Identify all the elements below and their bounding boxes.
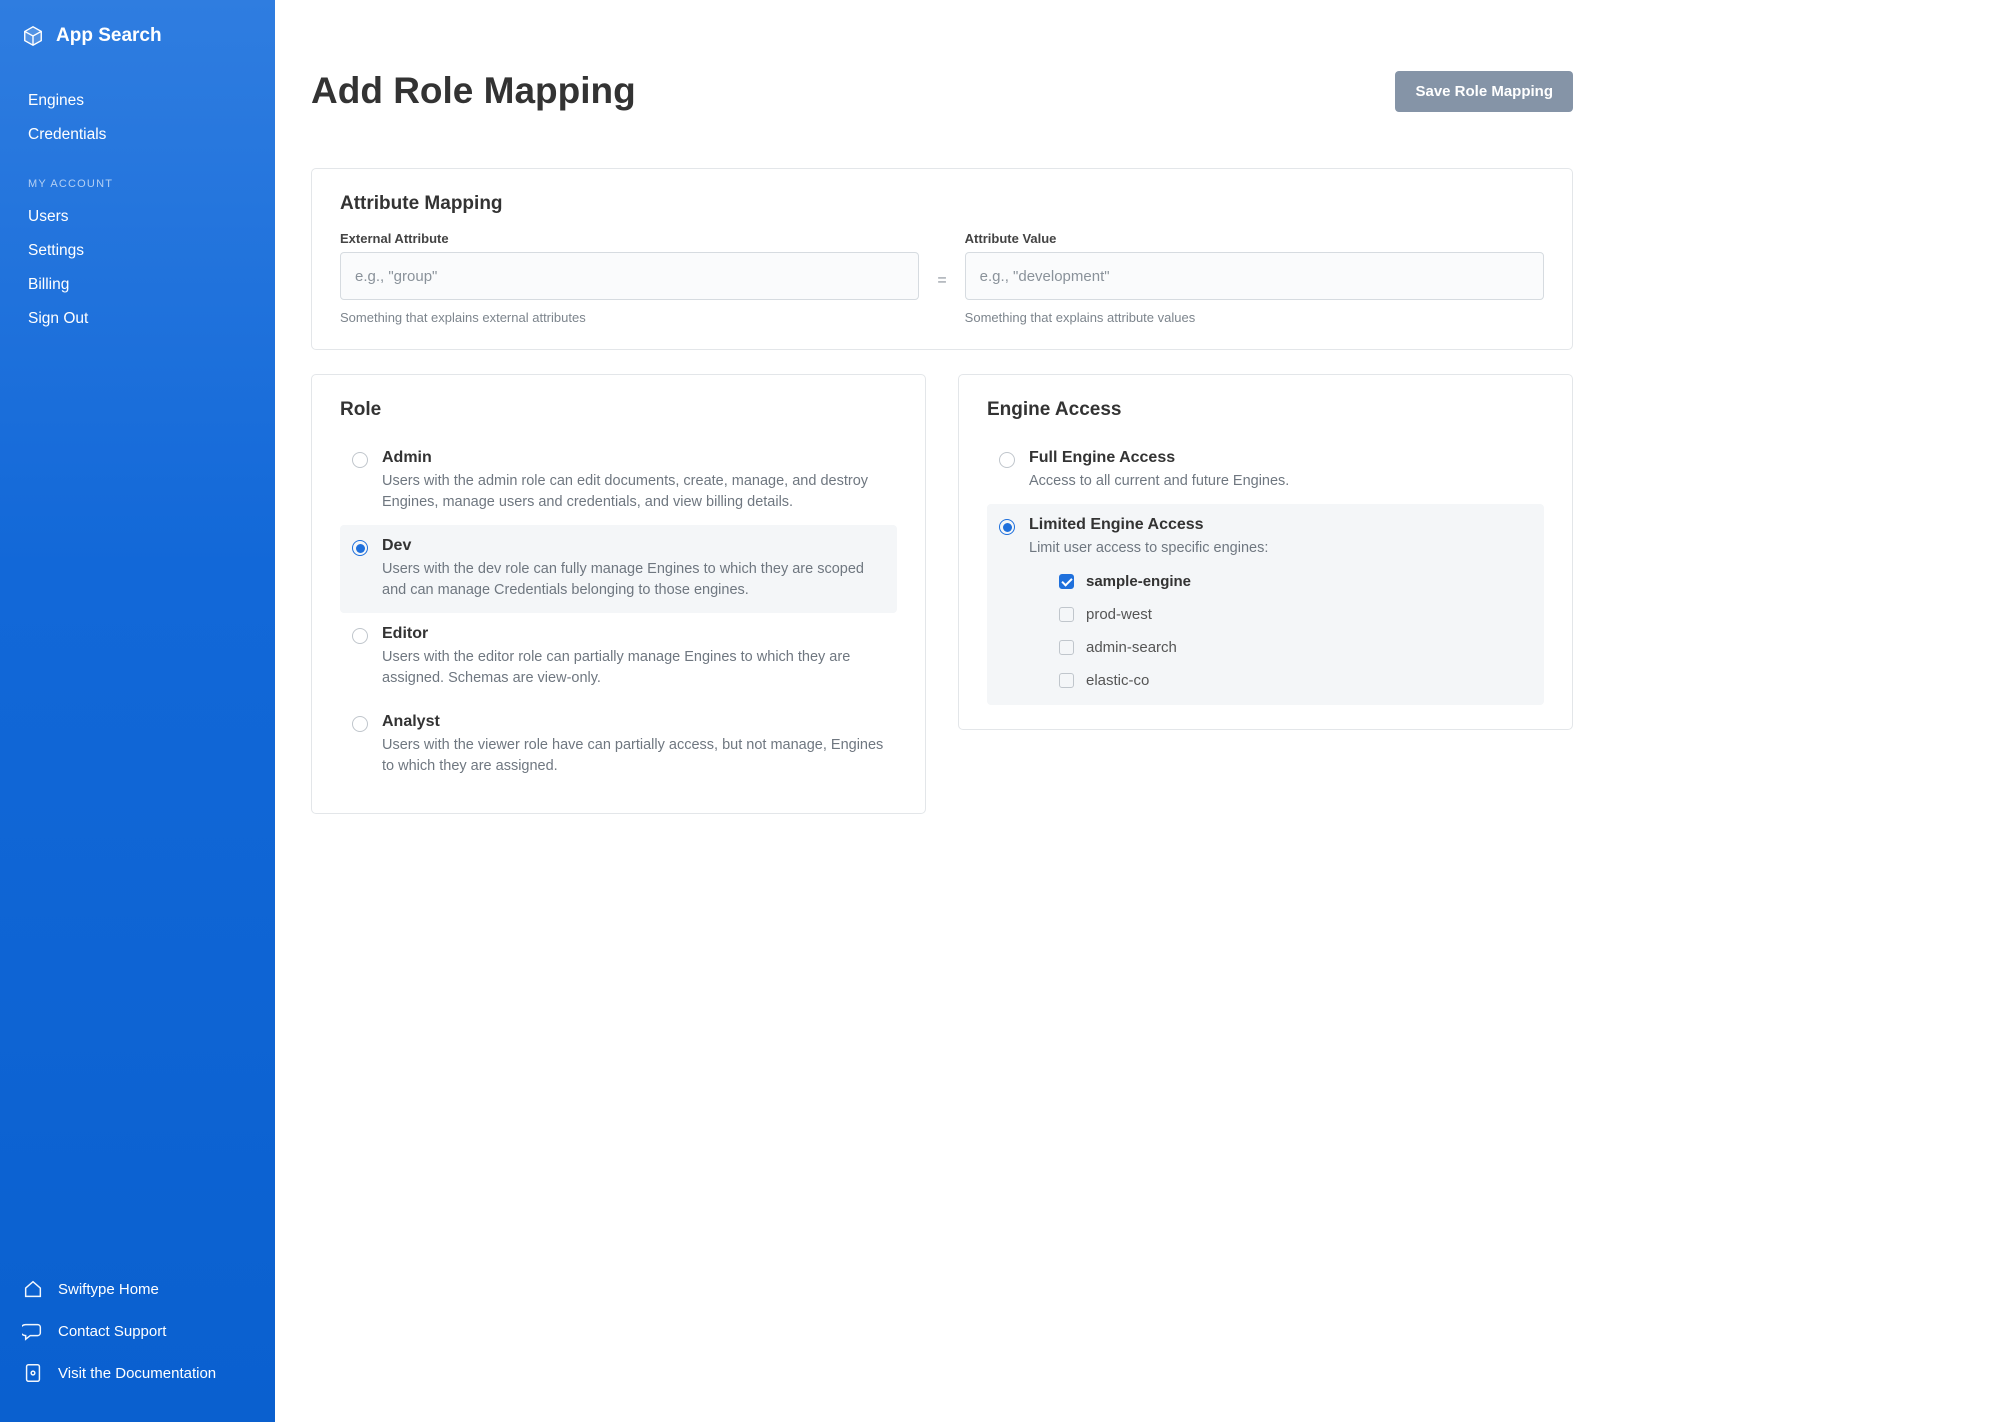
role-option-desc: Users with the editor role can partially… — [382, 647, 885, 689]
role-option-title: Admin — [382, 449, 885, 467]
doc-icon — [22, 1362, 44, 1384]
footer-item-label: Swiftype Home — [58, 1281, 159, 1298]
app-search-logo-icon — [22, 24, 44, 48]
footer-contact-support[interactable]: Contact Support — [0, 1310, 275, 1352]
nav-item-label: Users — [28, 208, 68, 226]
chat-icon — [22, 1320, 44, 1342]
attribute-value-help: Something that explains attribute values — [965, 310, 1544, 325]
footer-swiftype-home[interactable]: Swiftype Home — [0, 1268, 275, 1310]
home-icon — [22, 1278, 44, 1300]
engine-check-sample-engine[interactable]: sample-engine — [1029, 569, 1532, 594]
nav-item-credentials[interactable]: Credentials — [0, 118, 275, 152]
external-attribute-input[interactable] — [340, 252, 919, 300]
panel-title: Role — [340, 399, 897, 421]
engine-option-title: Full Engine Access — [1029, 449, 1532, 467]
sidebar: App Search Engines Credentials MY ACCOUN… — [0, 0, 275, 1422]
page-title: Add Role Mapping — [311, 70, 636, 112]
engine-checklist: sample-engine prod-west admin-search elasti… — [1029, 569, 1532, 693]
attribute-value-label: Attribute Value — [965, 231, 1544, 246]
attribute-mapping-panel: Attribute Mapping External Attribute Som… — [311, 168, 1573, 350]
engine-check-label: elastic-co — [1086, 672, 1149, 689]
checkbox-icon — [1059, 574, 1074, 589]
nav-item-label: Settings — [28, 242, 84, 260]
engine-option-desc: Access to all current and future Engines… — [1029, 471, 1532, 492]
equals-sign: = — [937, 266, 946, 290]
role-option-dev[interactable]: Dev Users with the dev role can fully man… — [340, 525, 897, 613]
nav-item-users[interactable]: Users — [0, 200, 275, 234]
role-option-title: Analyst — [382, 713, 885, 731]
checkbox-icon — [1059, 607, 1074, 622]
sidebar-footer: Swiftype Home Contact Support Visit the … — [0, 1268, 275, 1410]
footer-item-label: Contact Support — [58, 1323, 166, 1340]
engine-access-option-limited[interactable]: Limited Engine Access Limit user access t… — [987, 504, 1544, 705]
role-panel: Role Admin Users with the admin role can … — [311, 374, 926, 814]
radio-icon — [352, 452, 368, 468]
nav-item-label: Engines — [28, 92, 84, 110]
nav-item-engines[interactable]: Engines — [0, 84, 275, 118]
engine-check-admin-search[interactable]: admin-search — [1029, 635, 1532, 660]
brand: App Search — [0, 24, 275, 78]
engine-check-label: admin-search — [1086, 639, 1177, 656]
role-option-analyst[interactable]: Analyst Users with the viewer role have c… — [340, 701, 897, 789]
nav-item-label: Billing — [28, 276, 69, 294]
role-option-desc: Users with the dev role can fully manage… — [382, 559, 885, 601]
checkbox-icon — [1059, 673, 1074, 688]
engine-option-desc: Limit user access to specific engines: — [1029, 538, 1532, 559]
nav-item-billing[interactable]: Billing — [0, 268, 275, 302]
role-option-desc: Users with the viewer role have can part… — [382, 735, 885, 777]
role-option-title: Dev — [382, 537, 885, 555]
engine-access-option-full[interactable]: Full Engine Access Access to all current … — [987, 437, 1544, 504]
radio-icon — [352, 716, 368, 732]
nav-account: MY ACCOUNT Users Settings Billing Sign O… — [0, 158, 275, 342]
checkbox-icon — [1059, 640, 1074, 655]
role-option-admin[interactable]: Admin Users with the admin role can edit … — [340, 437, 897, 525]
radio-icon — [352, 540, 368, 556]
engine-access-panel: Engine Access Full Engine Access Access t… — [958, 374, 1573, 730]
nav-primary: Engines Credentials — [0, 78, 275, 158]
engine-option-title: Limited Engine Access — [1029, 516, 1532, 534]
main: Add Role Mapping Save Role Mapping Attri… — [275, 0, 1999, 1422]
attribute-value-input[interactable] — [965, 252, 1544, 300]
footer-item-label: Visit the Documentation — [58, 1365, 216, 1382]
radio-icon — [352, 628, 368, 644]
role-option-title: Editor — [382, 625, 885, 643]
nav-item-signout[interactable]: Sign Out — [0, 302, 275, 336]
engine-check-label: sample-engine — [1086, 573, 1191, 590]
engine-check-prod-west[interactable]: prod-west — [1029, 602, 1532, 627]
radio-icon — [999, 452, 1015, 468]
nav-item-settings[interactable]: Settings — [0, 234, 275, 268]
engine-check-elastic-co[interactable]: elastic-co — [1029, 668, 1532, 693]
external-attribute-help: Something that explains external attribu… — [340, 310, 919, 325]
brand-title: App Search — [56, 25, 162, 47]
radio-icon — [999, 519, 1015, 535]
panel-title: Attribute Mapping — [340, 193, 1544, 215]
engine-check-label: prod-west — [1086, 606, 1152, 623]
engine-access-radio-list: Full Engine Access Access to all current … — [987, 437, 1544, 705]
nav-item-label: Credentials — [28, 126, 106, 144]
panel-title: Engine Access — [987, 399, 1544, 421]
footer-visit-docs[interactable]: Visit the Documentation — [0, 1352, 275, 1394]
page-header: Add Role Mapping Save Role Mapping — [311, 70, 1573, 112]
nav-item-label: Sign Out — [28, 310, 88, 328]
nav-group-label: MY ACCOUNT — [0, 164, 275, 200]
save-role-mapping-button[interactable]: Save Role Mapping — [1395, 71, 1573, 112]
external-attribute-label: External Attribute — [340, 231, 919, 246]
role-radio-list: Admin Users with the admin role can edit … — [340, 437, 897, 789]
role-option-desc: Users with the admin role can edit docum… — [382, 471, 885, 513]
role-option-editor[interactable]: Editor Users with the editor role can par… — [340, 613, 897, 701]
